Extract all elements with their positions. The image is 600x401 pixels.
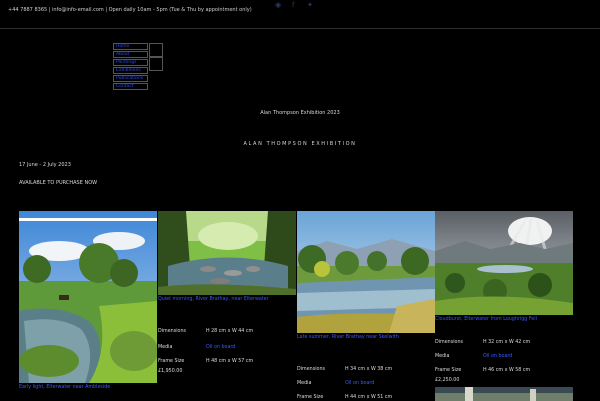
media-value[interactable]: Oil on board [345, 381, 374, 386]
nav-submenu-box[interactable] [149, 43, 163, 57]
nav-item-exhibitions[interactable]: Exhibitions [113, 67, 148, 74]
media-label: Media [297, 381, 312, 386]
frame-size-value: H 44 cm x W 51 cm [345, 395, 393, 400]
facebook-icon[interactable]: f [292, 1, 294, 9]
painting-image[interactable] [297, 211, 435, 333]
dimensions-value: H 28 cm x W 44 cm [206, 329, 254, 334]
dimensions-label: Dimensions [435, 340, 463, 345]
painting-dimensions: Dimensions H 28 cm x W 44 cm [158, 329, 253, 334]
dimensions-label: Dimensions [158, 329, 186, 334]
frame-size-value: H 46 cm x W 58 cm [483, 368, 531, 373]
contact-info: +44 7887 8365 | info@info-email.com | Op… [8, 7, 252, 13]
media-value[interactable]: Oil on board [483, 354, 512, 359]
painting-price: £2,250.00 [435, 378, 460, 383]
painting-frame-size: Frame Size H 44 cm x W 51 cm [297, 395, 392, 400]
painting-image[interactable] [435, 211, 573, 315]
painting-dimensions: Dimensions H 34 cm x W 38 cm [297, 367, 392, 372]
nav-item-paintings[interactable]: Paintings [113, 59, 148, 66]
exhibition-dates: 17 June - 2 July 2023 [19, 162, 71, 168]
media-value[interactable]: Oil on board [206, 345, 235, 350]
instagram-icon[interactable]: ◉ [275, 1, 281, 9]
nav-item-about[interactable]: About [113, 51, 148, 58]
painting-title[interactable]: Quiet morning, River Brathay, near Elter… [158, 296, 296, 304]
nav-item-contact[interactable]: Contact [113, 83, 148, 90]
painting-media: Media Oil on board [158, 345, 235, 350]
painting-image[interactable] [158, 211, 296, 295]
page-heading: Alan Thompson Exhibition 2023 [260, 110, 340, 116]
twitter-icon[interactable]: ✦ [307, 1, 313, 9]
painting-dimensions: Dimensions H 32 cm x W 42 cm [435, 340, 530, 345]
painting-media: Media Oil on board [297, 381, 374, 386]
media-label: Media [158, 345, 173, 350]
frame-size-label: Frame Size [158, 359, 185, 364]
dimensions-value: H 32 cm x W 42 cm [483, 340, 531, 345]
media-label: Media [435, 354, 450, 359]
painting-media: Media Oil on board [435, 354, 512, 359]
frame-size-label: Frame Size [435, 368, 462, 373]
top-bar: +44 7887 8365 | info@info-email.com | Op… [0, 0, 600, 28]
nav-item-publications[interactable]: Publications [113, 75, 148, 82]
frame-size-label: Frame Size [297, 395, 324, 400]
painting-title[interactable]: Late summer, River Brathay near Skelwith [297, 334, 435, 342]
painting-image[interactable] [435, 387, 573, 401]
dimensions-value: H 34 cm x W 38 cm [345, 367, 393, 372]
exhibition-title: ALAN THOMPSON EXHIBITION [243, 141, 357, 147]
nav-submenu-box[interactable] [149, 57, 163, 71]
nav-item-home[interactable]: Home [113, 43, 148, 50]
painting-title[interactable]: Cloudburst, Elterwater from Loughrigg Fe… [435, 316, 573, 324]
painting-title[interactable]: Early light, Elterwater near Ambleside [19, 384, 157, 392]
painting-image[interactable] [19, 211, 157, 383]
availability-note: AVAILABLE TO PURCHASE NOW [19, 180, 98, 186]
dimensions-label: Dimensions [297, 367, 325, 372]
painting-frame-size: Frame Size H 48 cm x W 57 cm [158, 359, 253, 364]
painting-frame-size: Frame Size H 46 cm x W 58 cm [435, 368, 530, 373]
frame-size-value: H 48 cm x W 57 cm [206, 359, 254, 364]
painting-price: £1,950.00 [158, 369, 183, 374]
header-divider [0, 28, 600, 29]
